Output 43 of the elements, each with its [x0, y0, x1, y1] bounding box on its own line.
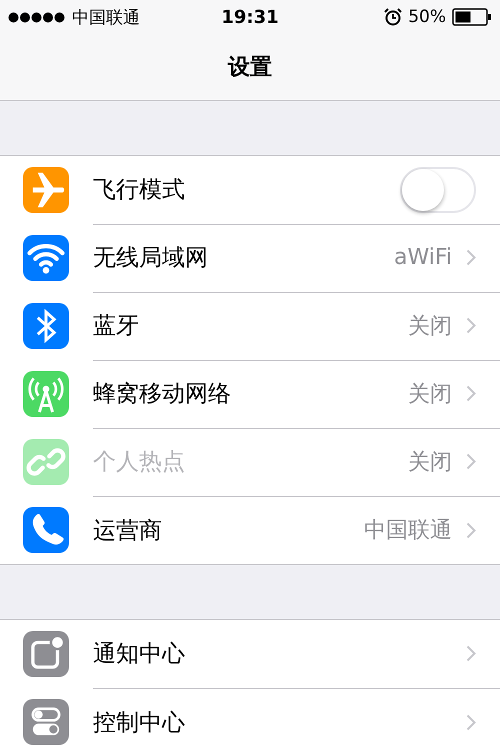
- battery-icon: [452, 8, 492, 26]
- row-value: 关闭: [408, 380, 452, 408]
- carrier-name: 中国联通: [72, 6, 140, 28]
- chevron-icon: [466, 317, 476, 334]
- chevron-icon: [466, 645, 476, 662]
- row-value: 关闭: [408, 312, 452, 340]
- settings-row[interactable]: 蜂窝移动网络 关闭: [0, 360, 500, 428]
- row-value: 中国联通: [364, 517, 452, 545]
- row-label: 飞行模式: [93, 176, 186, 205]
- row-label: 无线局域网: [93, 244, 209, 273]
- alarm-clock-icon: [384, 8, 402, 26]
- settings-row[interactable]: 控制中心: [0, 688, 500, 750]
- notification-icon: [23, 631, 69, 677]
- wifi-icon: [23, 235, 69, 281]
- row-label: 蓝牙: [93, 312, 140, 341]
- row-label: 蜂窝移动网络: [93, 380, 232, 409]
- settings-row[interactable]: 运营商 中国联通: [0, 496, 500, 564]
- phone-icon: [23, 507, 69, 553]
- row-value: 关闭: [408, 448, 452, 476]
- row-label: 个人热点: [93, 448, 186, 477]
- settings-row[interactable]: 无线局域网 aWiFi: [0, 224, 500, 292]
- signal-icon: [8, 12, 66, 22]
- row-label: 运营商: [93, 516, 163, 546]
- row-label: 控制中心: [93, 708, 186, 738]
- row-label: 通知中心: [93, 640, 186, 669]
- chevron-icon: [466, 522, 476, 538]
- status-time: 19:31: [221, 6, 279, 28]
- chevron-icon: [466, 385, 476, 402]
- nav-title: 设置: [228, 54, 272, 82]
- row-value: aWiFi: [394, 245, 452, 270]
- chevron-icon: [466, 714, 476, 730]
- settings-row[interactable]: 通知中心: [0, 620, 500, 688]
- chevron-icon: [466, 453, 476, 470]
- toggle-switch[interactable]: [400, 166, 476, 212]
- battery-percent: 50%: [408, 7, 446, 27]
- airplane-icon: [23, 167, 69, 213]
- settings-row[interactable]: 飞行模式: [0, 156, 500, 224]
- settings-row[interactable]: 蓝牙 关闭: [0, 292, 500, 360]
- chain-link-icon: [23, 439, 69, 485]
- chevron-icon: [466, 249, 476, 266]
- bluetooth-icon: [23, 303, 69, 349]
- switches-icon: [23, 699, 69, 745]
- antenna-icon: [23, 371, 69, 417]
